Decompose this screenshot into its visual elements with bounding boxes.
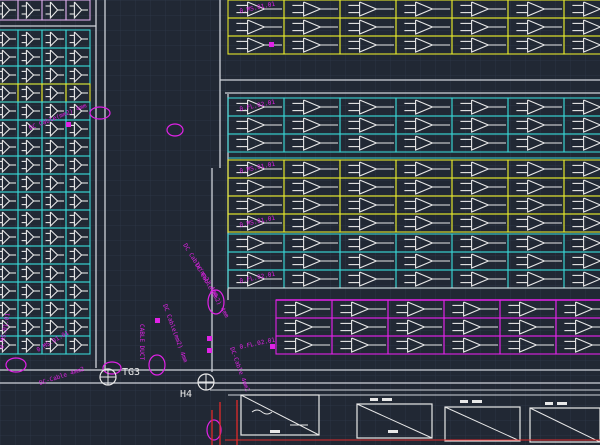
cad-viewport[interactable]: 0.MS.01.01 0.FL.02.01 0.MS.01.01 0.MS.01.01…	[0, 0, 600, 445]
cad-drawing-canvas[interactable]: 0.MS.01.010.FL.02.010.MS.01.010.MS.01.01…	[0, 0, 600, 445]
conduit-label: CABLE DUCT	[138, 324, 145, 361]
tg3-label: TG3	[122, 367, 140, 378]
h4-label: H4	[180, 389, 192, 400]
